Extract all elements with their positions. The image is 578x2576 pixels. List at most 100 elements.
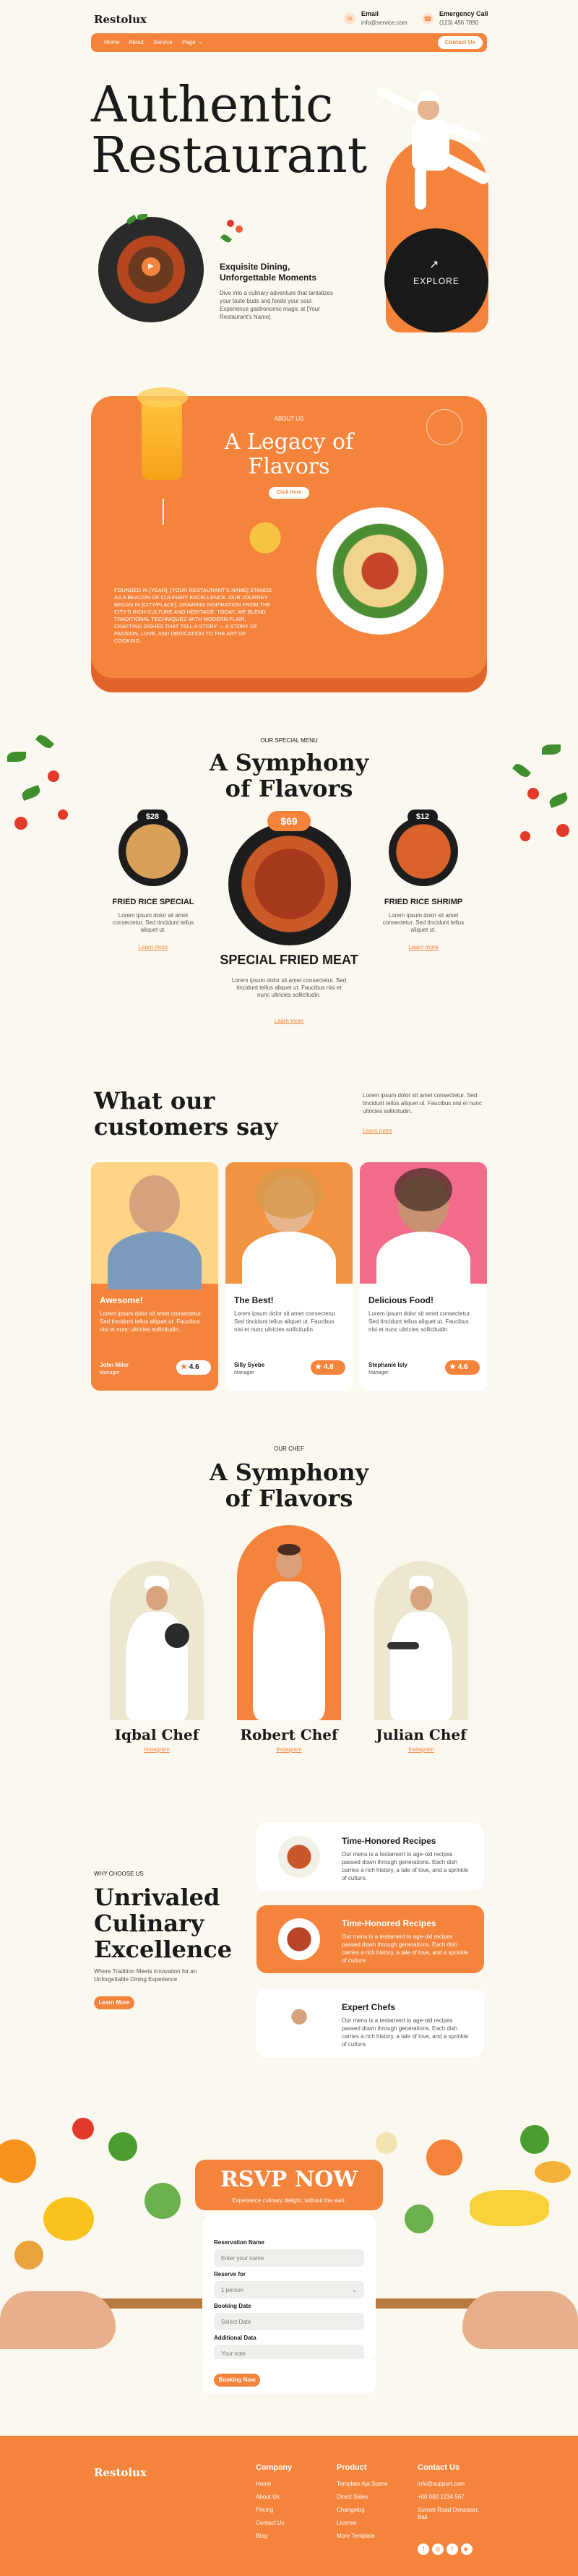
hero-title-2: Restaurant — [91, 127, 368, 184]
footer-link[interactable]: Blog — [256, 2533, 292, 2539]
why-learn-more-button[interactable]: Learn More — [94, 1996, 134, 2009]
chevron-down-icon: ⌄ — [352, 2287, 357, 2293]
salad-dish-image — [316, 507, 444, 635]
hero-subtitle: Exquisite Dining, Unforgettable Moments — [220, 262, 317, 283]
footer-link[interactable]: License — [337, 2520, 388, 2526]
chef-instagram-link[interactable]: Instagram — [367, 1746, 475, 1753]
chef-photo-iqbal — [117, 1573, 197, 1720]
footer-contact: Contact Us info@support.com +00 000 1234… — [418, 2463, 490, 2528]
facebook-icon[interactable]: f — [418, 2543, 429, 2555]
menu-title-2: of Flavors — [225, 775, 353, 802]
footer-link[interactable]: Changelog — [337, 2507, 388, 2513]
pasta-image — [240, 509, 290, 567]
nav-page[interactable]: Page — [182, 39, 196, 46]
footer-link[interactable]: More Template — [337, 2533, 388, 2539]
menu-eyebrow: OUR SPECIAL MENU — [260, 737, 318, 744]
chef-name: Iqbal Chef — [114, 1726, 199, 1743]
testimonials-intro: Lorem ipsum dolor sit amet consectetur. … — [363, 1092, 482, 1115]
why-title-3: Excellence — [94, 1936, 233, 1963]
learn-more-link[interactable]: Learn more — [364, 944, 483, 950]
why-subtitle: Where Tradition Meets Innovation for an … — [94, 1968, 197, 1983]
reserve-for-select[interactable]: 1 person ⌄ — [214, 2281, 364, 2298]
review-text: Lorem ipsum dolor sit amet consectetur. … — [234, 1310, 337, 1333]
rsvp-title: RSVP NOW — [220, 2167, 358, 2192]
nav-service[interactable]: Service — [153, 39, 173, 46]
footer-contact-address: Sunset Road Denpasar, Bali — [418, 2507, 479, 2520]
chef-photo-robert — [246, 1537, 332, 1720]
rating-badge: ★ 4.6 — [445, 1360, 480, 1375]
rating-badge: ★ 4.6 — [176, 1360, 211, 1375]
nav-about[interactable]: About — [129, 39, 144, 46]
phone-icon: ☎ — [422, 13, 434, 25]
chef-instagram-link[interactable]: Instagram — [103, 1746, 211, 1753]
menu-title-1: A Symphony — [209, 749, 369, 776]
footer-link[interactable]: About Us — [256, 2494, 292, 2500]
feature-card: Expert Chefs Our menu is a testament to … — [256, 1989, 484, 2057]
chefs-title-2: of Flavors — [225, 1485, 353, 1512]
chef-photo-julian — [381, 1573, 461, 1720]
footer-link[interactable]: Home — [256, 2481, 292, 2487]
footer-link[interactable]: Template Aja Scene — [337, 2481, 388, 2487]
why-title-2: Culinary — [94, 1910, 204, 1937]
star-icon: ★ — [449, 1363, 456, 1371]
arrow-up-right-icon: ↗ — [429, 259, 439, 271]
reviewer-name: John Miler — [100, 1362, 129, 1368]
testimonials-learn-more[interactable]: Learn more — [363, 1128, 392, 1134]
rating-value: 4.6 — [457, 1363, 468, 1371]
booking-date-input[interactable]: Select Date — [214, 2313, 364, 2330]
footer-company-heading: Company — [256, 2463, 293, 2472]
feature-text: Our menu is a testament to age-old recip… — [342, 2017, 469, 2048]
reviewer-role: Manager — [368, 1370, 389, 1375]
call-label: Emergency Call — [439, 10, 488, 17]
twitter-icon[interactable]: t — [447, 2543, 458, 2555]
nav-home[interactable]: Home — [104, 39, 119, 46]
learn-more-link[interactable]: Learn more — [94, 944, 212, 950]
youtube-icon[interactable]: ▶ — [461, 2543, 473, 2555]
learn-more-link[interactable]: Learn more — [231, 1018, 347, 1024]
rating-value: 4.8 — [323, 1363, 334, 1371]
email-value[interactable]: info@service.com — [361, 20, 407, 26]
hero-text: Dive into a culinary adventure that tant… — [220, 290, 333, 320]
fried-rice-dish-image — [118, 817, 188, 886]
menu-item-desc: Lorem ipsum dolor sit amet consectetur. … — [231, 977, 347, 998]
reviewer-role: Manager — [234, 1370, 254, 1375]
star-icon: ★ — [315, 1363, 322, 1371]
footer-link[interactable]: Pricing — [256, 2507, 292, 2513]
menu-item-desc: Lorem ipsum dolor sit amet consectetur. … — [382, 912, 465, 933]
footer-link[interactable]: Direct Sales — [337, 2494, 388, 2500]
footer-company: Company Home About Us Pricing Contact Us… — [256, 2463, 292, 2546]
contact-button[interactable]: Contact Us — [437, 36, 483, 49]
fried-shrimp-dish-image — [389, 817, 458, 886]
play-icon[interactable]: ▶ — [142, 257, 160, 276]
rating-badge: ★ 4.8 — [311, 1360, 345, 1375]
reviewer-name: Silly Syebe — [234, 1362, 265, 1368]
booking-now-button[interactable]: Booking Now — [214, 2374, 260, 2387]
testimonials-title-1: What our — [94, 1087, 215, 1115]
chef-instagram-link[interactable]: Instagram — [231, 1746, 347, 1753]
footer-link[interactable]: Contact Us — [256, 2520, 292, 2526]
footer-contact-phone[interactable]: +00 000 1234 567 — [418, 2494, 490, 2500]
review-card: Awesome! Lorem ipsum dolor sit amet cons… — [91, 1162, 218, 1391]
call-value[interactable]: (123) 456 7890 — [439, 20, 478, 26]
logo[interactable]: Restolux — [94, 13, 147, 26]
explore-button[interactable]: ↗ EXPLORE — [384, 228, 488, 332]
footer-contact-email[interactable]: info@support.com — [418, 2481, 490, 2487]
footer-contact-heading: Contact Us — [418, 2463, 460, 2472]
reservation-name-input[interactable]: Enter your name — [214, 2249, 364, 2267]
price-badge: $12 — [407, 810, 438, 824]
feature-text: Our menu is a testament to age-old recip… — [342, 1851, 469, 1881]
chevron-down-icon: ⌄ — [198, 38, 203, 45]
review-text: Lorem ipsum dolor sit amet consectetur. … — [100, 1310, 202, 1333]
footer-logo[interactable]: Restolux — [94, 2466, 147, 2479]
about-button[interactable]: Click Here — [269, 487, 309, 499]
ring-decoration — [426, 409, 462, 445]
feature-text: Our menu is a testament to age-old recip… — [342, 1933, 469, 1964]
menu-item-name: FRIED RICE SPECIAL — [112, 898, 194, 906]
instagram-icon[interactable]: ◎ — [432, 2543, 444, 2555]
feature-title: Expert Chefs — [342, 2002, 396, 2012]
about-title-2: Flavors — [248, 454, 330, 479]
review-card: Delicious Food! Lorem ipsum dolor sit am… — [360, 1162, 487, 1391]
price-badge: $69 — [267, 811, 311, 831]
reservation-name-label: Reservation Name — [214, 2239, 264, 2246]
hero-title-1: Authentic — [91, 77, 334, 134]
